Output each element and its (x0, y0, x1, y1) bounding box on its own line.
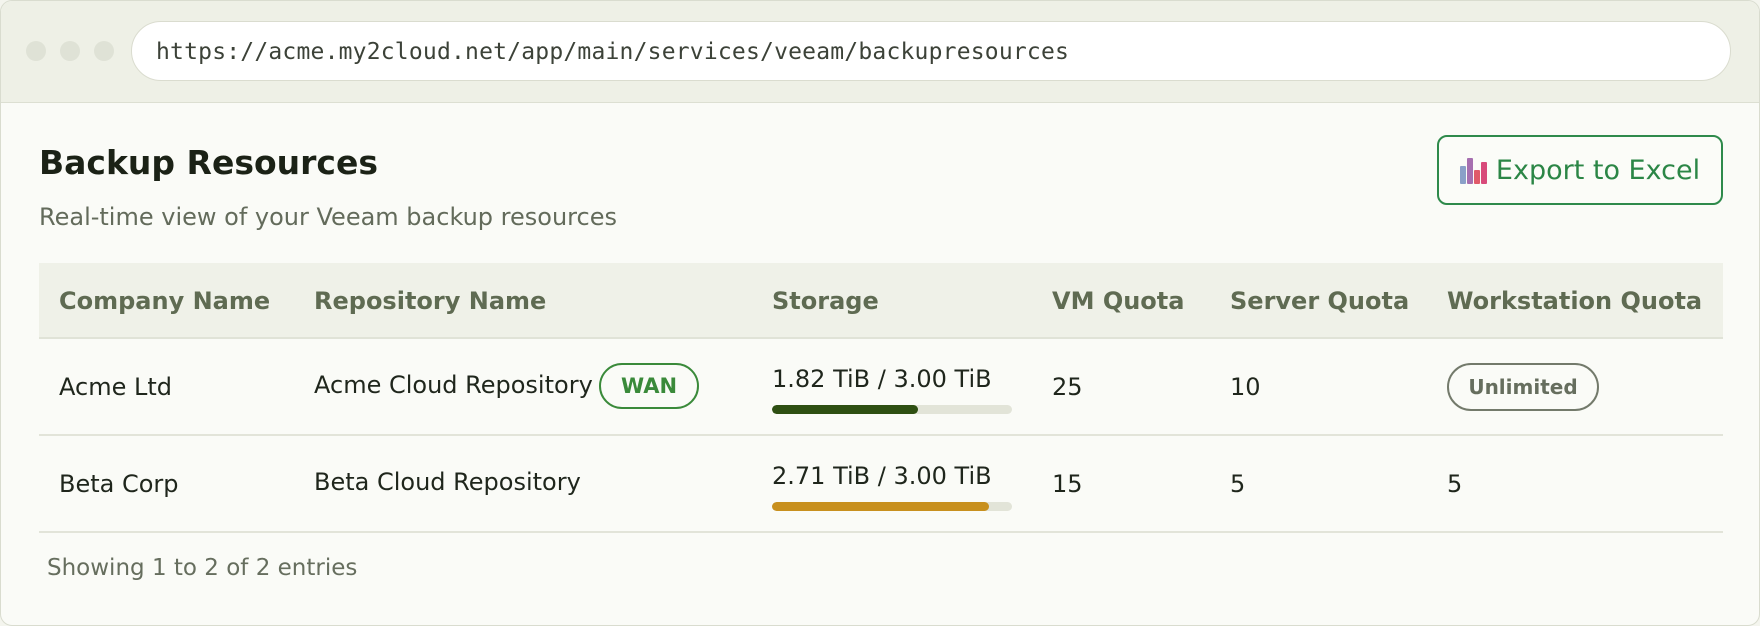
repository-name-cell: Beta Cloud Repository (314, 468, 581, 496)
unlimited-badge: Unlimited (1447, 363, 1599, 411)
storage-progress-bar (772, 502, 1012, 511)
window-close-dot[interactable] (26, 41, 46, 61)
server-quota-cell: 10 (1230, 373, 1261, 401)
repository-name-cell: Acme Cloud Repository (314, 371, 593, 399)
window-maximize-dot[interactable] (94, 41, 114, 61)
page-title: Backup Resources (39, 143, 378, 182)
workstation-quota-cell: 5 (1447, 470, 1463, 498)
address-bar-url[interactable]: https://acme.my2cloud.net/app/main/servi… (156, 39, 1069, 65)
window-minimize-dot[interactable] (60, 41, 80, 61)
browser-window: https://acme.my2cloud.net/app/main/servi… (0, 0, 1760, 626)
column-header-server-quota[interactable]: Server Quota (1230, 287, 1409, 315)
excel-chart-icon (1459, 156, 1487, 184)
company-name-cell: Beta Corp (59, 470, 179, 498)
storage-progress-bar (772, 405, 1012, 414)
storage-progress-fill (772, 405, 918, 414)
company-name-cell: Acme Ltd (59, 373, 172, 401)
column-header-company-name[interactable]: Company Name (59, 287, 270, 315)
browser-titlebar: https://acme.my2cloud.net/app/main/servi… (1, 1, 1759, 103)
backup-resources-table: Company Name Repository Name Storage VM … (39, 263, 1723, 533)
column-header-repository-name[interactable]: Repository Name (314, 287, 546, 315)
storage-progress-fill (772, 502, 989, 511)
server-quota-cell: 5 (1230, 470, 1246, 498)
export-to-excel-button[interactable]: Export to Excel (1437, 135, 1723, 205)
column-header-workstation-quota[interactable]: Workstation Quota (1447, 287, 1702, 315)
table-info: Showing 1 to 2 of 2 entries (47, 555, 358, 581)
column-header-vm-quota[interactable]: VM Quota (1052, 287, 1184, 315)
wan-badge: WAN (599, 363, 699, 409)
vm-quota-cell: 15 (1052, 470, 1083, 498)
column-header-storage[interactable]: Storage (772, 287, 879, 315)
table-row: Acme Ltd Acme Cloud Repository WAN 1.82 … (39, 339, 1723, 436)
page-subtitle: Real-time view of your Veeam backup reso… (39, 203, 617, 231)
export-button-label: Export to Excel (1495, 154, 1701, 186)
address-bar[interactable]: https://acme.my2cloud.net/app/main/servi… (131, 21, 1731, 81)
table-row: Beta Corp Beta Cloud Repository 2.71 TiB… (39, 436, 1723, 533)
table-header: Company Name Repository Name Storage VM … (39, 263, 1723, 339)
vm-quota-cell: 25 (1052, 373, 1083, 401)
storage-text: 1.82 TiB / 3.00 TiB (772, 365, 992, 393)
storage-text: 2.71 TiB / 3.00 TiB (772, 462, 992, 490)
